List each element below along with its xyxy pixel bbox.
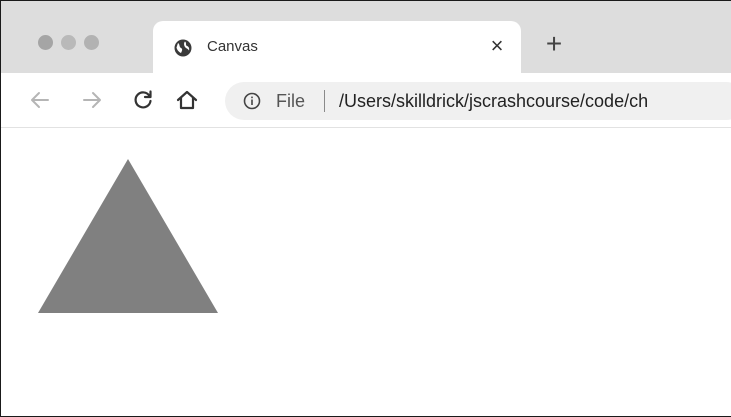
reload-icon[interactable] [130, 87, 156, 113]
tab-strip: Canvas × + [1, 1, 731, 73]
arrow-left-icon[interactable] [27, 87, 53, 113]
canvas-element [38, 159, 218, 313]
browser-toolbar: File /Users/skilldrick/jscrashcourse/cod… [1, 73, 731, 128]
tab-canvas[interactable]: Canvas × [153, 21, 521, 73]
window-close-button[interactable] [38, 35, 53, 50]
window-zoom-button[interactable] [84, 35, 99, 50]
url-text[interactable]: /Users/skilldrick/jscrashcourse/code/ch [339, 90, 648, 112]
page-viewport [1, 128, 731, 416]
arrow-right-icon[interactable] [79, 87, 105, 113]
info-icon[interactable] [243, 92, 261, 110]
address-bar[interactable]: File /Users/skilldrick/jscrashcourse/cod… [225, 82, 731, 120]
omnibox-divider [324, 90, 325, 112]
new-tab-button[interactable]: + [541, 30, 567, 58]
window-minimize-button[interactable] [61, 35, 76, 50]
triangle-shape [38, 159, 218, 313]
globe-icon [173, 38, 193, 58]
browser-window: Canvas × + File /Users/skilldrick/jscras… [0, 0, 731, 417]
home-icon[interactable] [174, 87, 200, 113]
tab-title: Canvas [207, 38, 258, 55]
tab-close-button[interactable]: × [486, 33, 508, 59]
scheme-label: File [276, 91, 306, 111]
